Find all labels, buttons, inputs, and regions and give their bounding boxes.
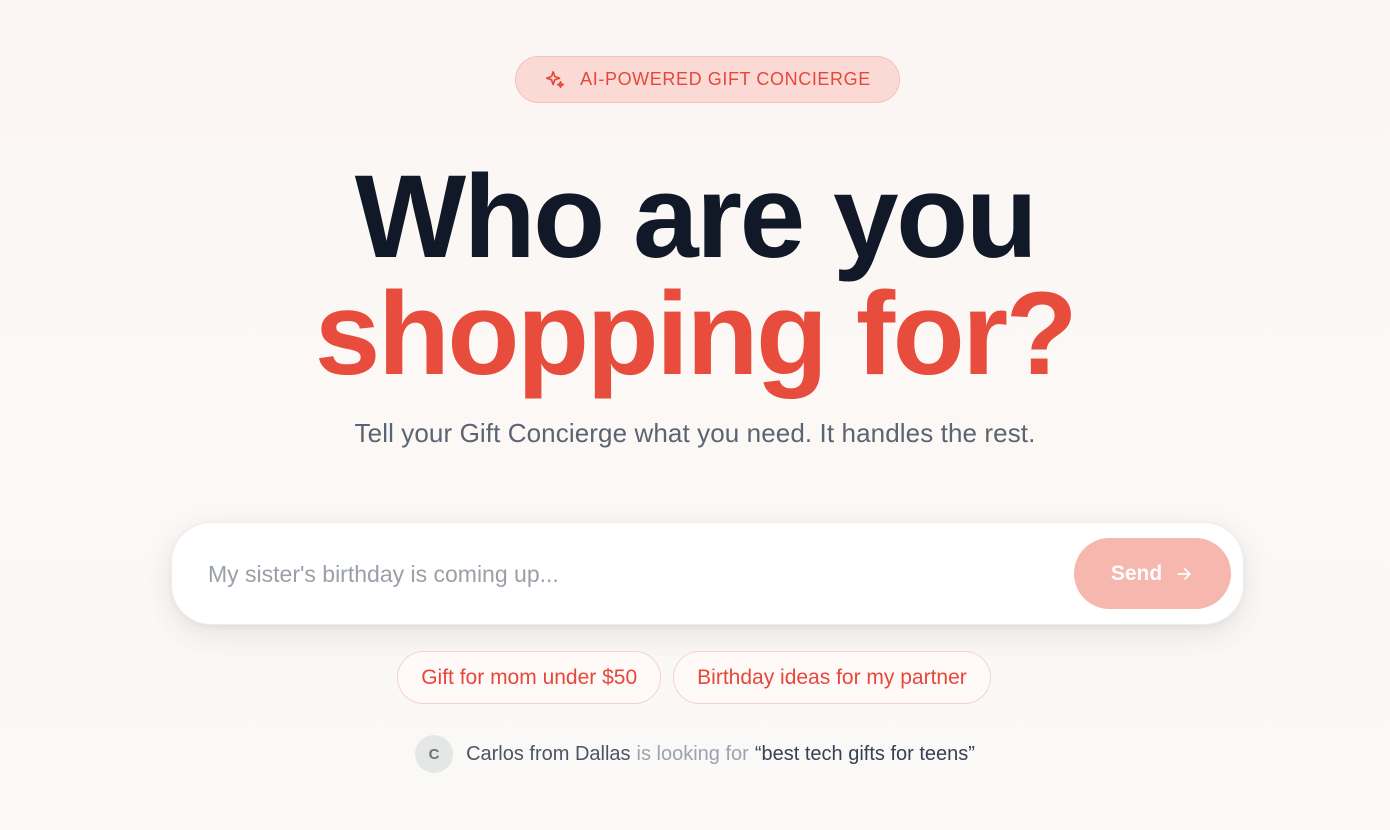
hero-title-line2: shopping for? <box>314 268 1078 400</box>
hero-subtitle: Tell your Gift Concierge what you need. … <box>354 418 1036 448</box>
send-button-label: Send <box>1110 561 1163 585</box>
chat-input[interactable] <box>208 549 1058 599</box>
live-activity-ticker: C Carlos from Dallas is looking for “bes… <box>0 735 1390 773</box>
avatar: C <box>415 735 454 773</box>
suggestion-chip-birthday-ideas[interactable]: Birthday ideas for my partner <box>673 651 991 704</box>
activity-verb: is looking for <box>636 742 749 765</box>
badge-label: AI-POWERED GIFT CONCIERGE <box>580 69 871 89</box>
sparkles-icon <box>544 69 566 91</box>
arrow-right-icon <box>1174 564 1194 584</box>
activity-user-name: Carlos from Dallas <box>466 742 631 765</box>
suggestion-chip-gift-for-mom[interactable]: Gift for mom under $50 <box>397 651 662 704</box>
activity-query: “best tech gifts for teens” <box>754 742 975 765</box>
suggestion-chips: Gift for mom under $50 Birthday ideas fo… <box>0 651 1390 704</box>
hero-title-line1: Who are you <box>354 151 1038 283</box>
ai-concierge-badge: AI-POWERED GIFT CONCIERGE <box>515 56 900 103</box>
activity-text: Carlos from Dallas is looking for “best … <box>466 743 975 766</box>
chat-input-container: Send <box>171 522 1244 625</box>
send-button[interactable]: Send <box>1074 538 1231 609</box>
